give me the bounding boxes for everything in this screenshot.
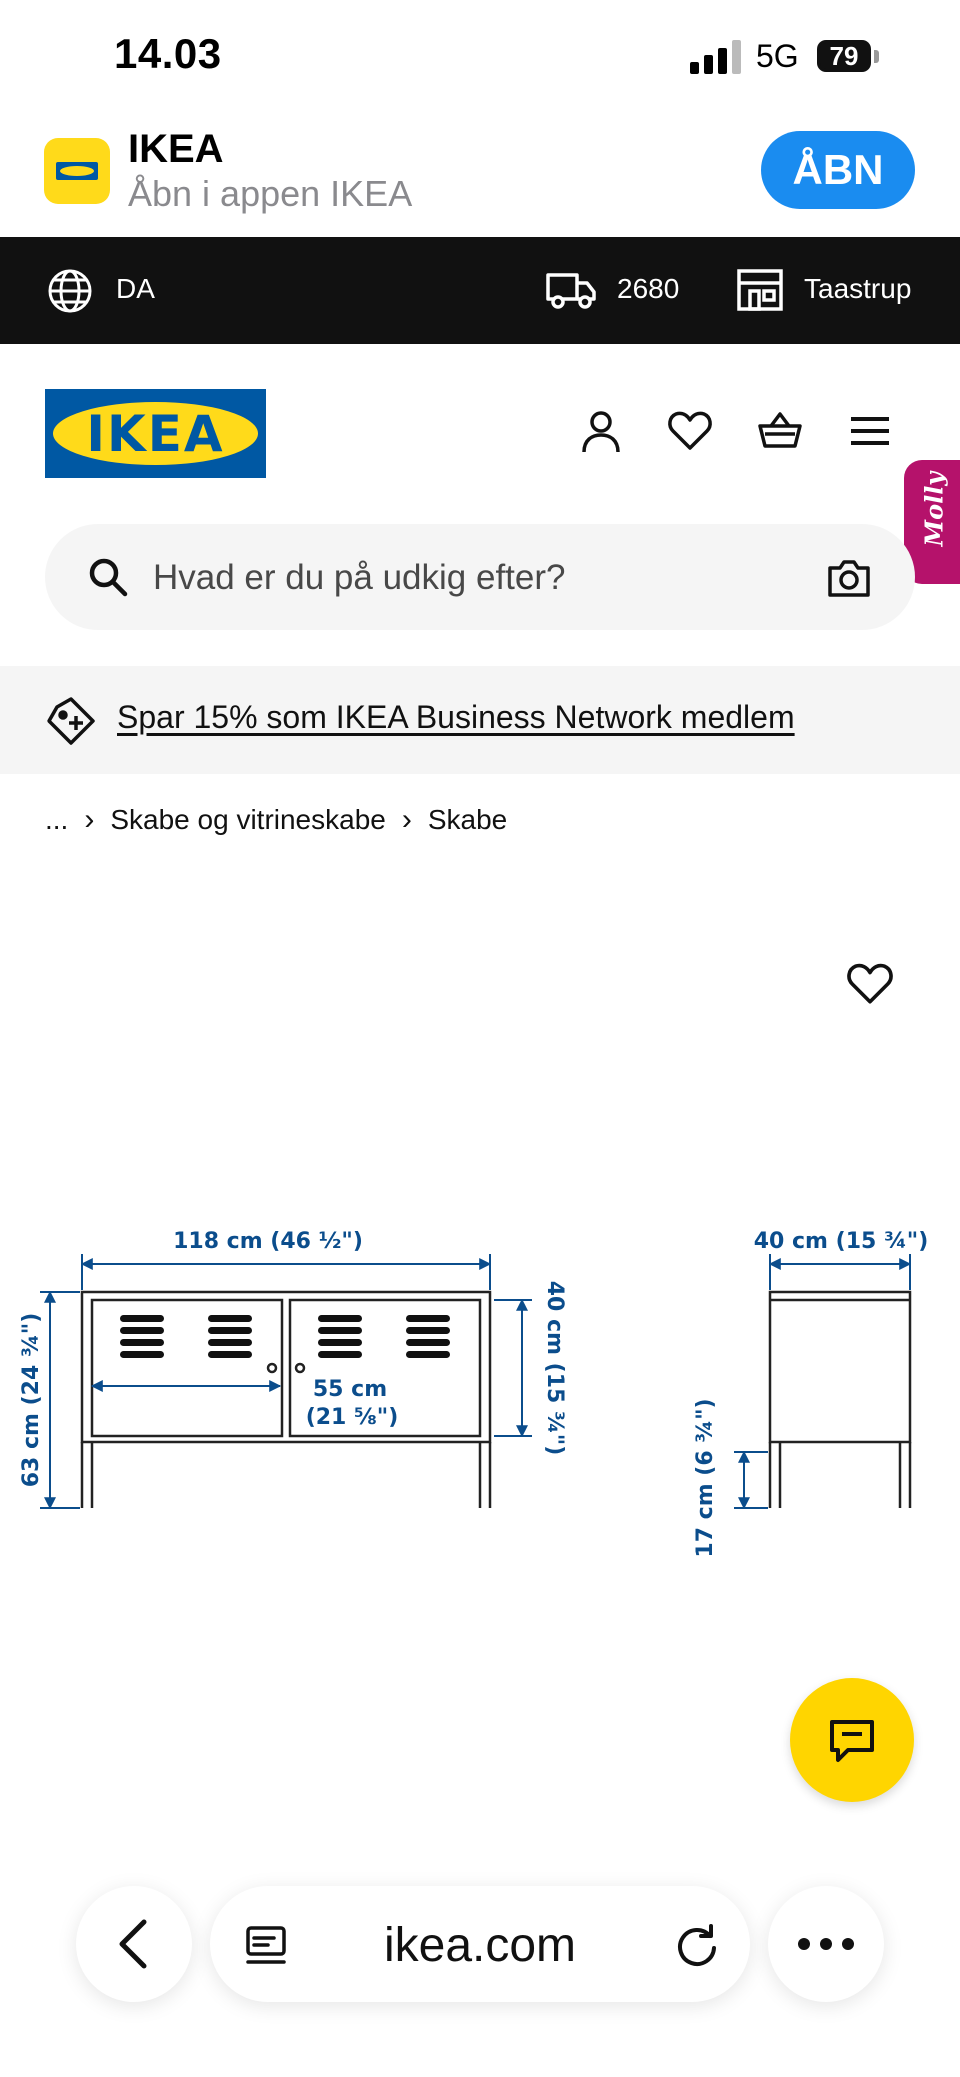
heart-icon[interactable] <box>667 408 713 454</box>
store-icon[interactable] <box>736 267 784 313</box>
logo-text: IKEA <box>86 405 225 463</box>
breadcrumb-item-cabinets[interactable]: Skabe <box>428 804 507 836</box>
battery-indicator: 79 <box>817 40 871 72</box>
molly-label: Molly <box>919 471 949 547</box>
depth-dimension-label: 40 cm (15 ¾") <box>754 1229 929 1254</box>
promo-link[interactable]: Spar 15% som IKEA Business Network medle… <box>117 699 795 736</box>
delivery-postcode[interactable]: 2680 <box>617 273 679 305</box>
more-options-button[interactable] <box>768 1886 884 2002</box>
chat-icon <box>830 1720 874 1762</box>
app-name: IKEA <box>128 127 224 171</box>
breadcrumb: ... › Skabe og vitrineskabe › Skabe <box>45 803 507 837</box>
basket-icon[interactable] <box>757 408 803 454</box>
promo-banner: Spar 15% som IKEA Business Network medle… <box>0 666 960 774</box>
browser-toolbar: ikea.com <box>0 1858 960 2077</box>
ikea-logo[interactable]: IKEA <box>45 389 266 478</box>
cabinet-side-drawing <box>768 1290 912 1508</box>
height-dimension-label: 63 cm (24 ¾") <box>19 1313 44 1488</box>
language-label[interactable]: DA <box>116 273 155 305</box>
network-label: 5G <box>756 38 799 74</box>
app-icon <box>44 138 110 204</box>
more-icon <box>798 1938 854 1950</box>
leg-height-dimension-label: 17 cm (6 ¾") <box>693 1398 718 1557</box>
top-bar: DA 2680 Taastrup <box>0 237 960 344</box>
store-name[interactable]: Taastrup <box>804 273 911 305</box>
url-text[interactable]: ikea.com <box>210 1918 750 1973</box>
status-bar: 14.03 5G 79 <box>0 0 960 115</box>
globe-icon[interactable] <box>46 267 94 315</box>
status-time: 14.03 <box>114 30 222 77</box>
inner-height-dimension-label: 40 cm (15 ¾") <box>542 1281 567 1456</box>
back-button[interactable] <box>76 1886 192 2002</box>
inner-width-label-line2: (21 ⅝") <box>306 1405 399 1430</box>
user-icon[interactable] <box>578 408 624 454</box>
inner-width-label-line1: 55 cm <box>313 1377 387 1402</box>
breadcrumb-separator: › <box>401 803 412 836</box>
add-to-favorites-heart-icon[interactable] <box>846 960 894 1008</box>
chat-button[interactable] <box>790 1678 914 1802</box>
address-bar[interactable]: ikea.com <box>210 1886 750 2002</box>
battery-text: 79 <box>829 41 859 71</box>
reload-icon[interactable] <box>674 1922 720 1968</box>
open-app-button[interactable]: ÅBN <box>761 131 915 209</box>
breadcrumb-item-ellipsis[interactable]: ... <box>45 804 68 836</box>
signal-icon <box>690 40 741 74</box>
search-icon <box>89 558 128 597</box>
search-input[interactable]: Hvad er du på udkig efter? <box>153 558 565 598</box>
search-bar[interactable]: Hvad er du på udkig efter? <box>45 524 915 630</box>
app-banner: IKEA Åbn i appen IKEA ÅBN <box>0 115 960 237</box>
breadcrumb-separator: › <box>84 803 95 836</box>
back-icon <box>119 1919 147 1969</box>
menu-icon[interactable] <box>847 408 893 454</box>
width-dimension-label: 118 cm (46 ½") <box>173 1229 363 1254</box>
app-subtitle: Åbn i appen IKEA <box>128 173 413 214</box>
camera-icon[interactable] <box>827 558 871 598</box>
truck-icon[interactable] <box>545 269 597 311</box>
breadcrumb-item-cabinets-and-display[interactable]: Skabe og vitrineskabe <box>110 804 386 836</box>
cabinet-front-drawing <box>80 1290 492 1508</box>
cabinet-vents <box>120 1315 450 1358</box>
battery-tip <box>874 50 879 63</box>
product-dimension-image[interactable]: 118 cm (46 ½") 63 cm (24 ¾") 40 cm (15 ¾… <box>0 1200 960 1580</box>
tag-icon <box>47 697 95 745</box>
